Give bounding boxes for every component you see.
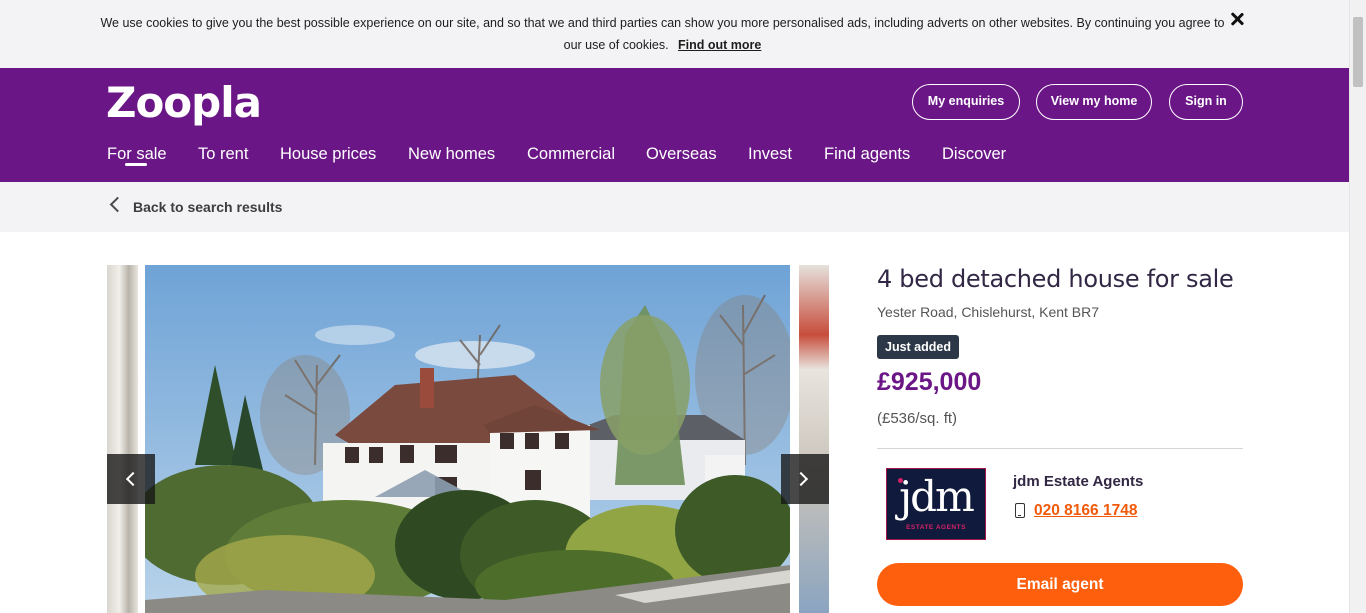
chevron-right-icon [793,471,809,487]
scrollbar-thumb[interactable] [1353,17,1363,87]
nav-find-agents[interactable]: Find agents [824,144,910,164]
email-agent-button[interactable]: Email agent [877,563,1243,606]
back-bar: Back to search results [0,182,1349,232]
view-my-home-button[interactable]: View my home [1036,84,1152,120]
divider [877,448,1243,449]
cookie-message: We use cookies to give you the best poss… [100,16,1225,52]
agent-logo-subtext: ESTATE AGENTS [906,524,966,531]
nav-house-prices[interactable]: House prices [280,144,376,164]
nav-discover[interactable]: Discover [942,144,1006,164]
agent-logo[interactable]: jdm ESTATE AGENTS [886,468,986,540]
agent-name[interactable]: jdm Estate Agents [1013,473,1143,490]
site-header: Zoopla My enquiries View my home Sign in… [0,68,1349,182]
chevron-left-icon [125,471,141,487]
listing-title: 4 bed detached house for sale [877,265,1234,293]
find-out-more-link[interactable]: Find out more [678,38,761,52]
nav-invest[interactable]: Invest [748,144,792,164]
page-scrollbar[interactable] [1349,0,1366,613]
nav-overseas[interactable]: Overseas [646,144,717,164]
listing-address: Yester Road, Chislehurst, Kent BR7 [877,304,1100,320]
back-to-search-link[interactable]: Back to search results [133,199,282,215]
close-icon[interactable] [1228,10,1246,28]
nav-commercial[interactable]: Commercial [527,144,615,164]
nav-for-sale[interactable]: For sale [107,144,167,164]
previous-photo-preview [107,265,138,613]
cookie-banner: We use cookies to give you the best poss… [0,0,1349,68]
nav-new-homes[interactable]: New homes [408,144,495,164]
chevron-left-icon[interactable] [109,196,126,213]
listing-price: £925,000 [877,368,982,396]
photo-gallery[interactable] [107,265,829,613]
sign-in-button[interactable]: Sign in [1169,84,1243,120]
property-photo[interactable] [145,265,790,613]
my-enquiries-button[interactable]: My enquiries [912,84,1020,120]
previous-photo-button[interactable] [107,454,155,504]
next-photo-button[interactable] [781,454,829,504]
just-added-badge: Just added [877,335,959,359]
agent-phone-link[interactable]: 020 8166 1748 [1034,502,1137,520]
agent-logo-text: jdm [899,472,975,521]
cookie-text: We use cookies to give you the best poss… [100,12,1225,56]
price-per-sqft: (£536/sq. ft) [877,410,958,427]
nav-active-indicator [125,163,147,166]
next-photo-preview [799,265,829,613]
zoopla-logo[interactable]: Zoopla [106,80,262,126]
phone-icon [1015,503,1025,518]
nav-to-rent[interactable]: To rent [198,144,248,164]
